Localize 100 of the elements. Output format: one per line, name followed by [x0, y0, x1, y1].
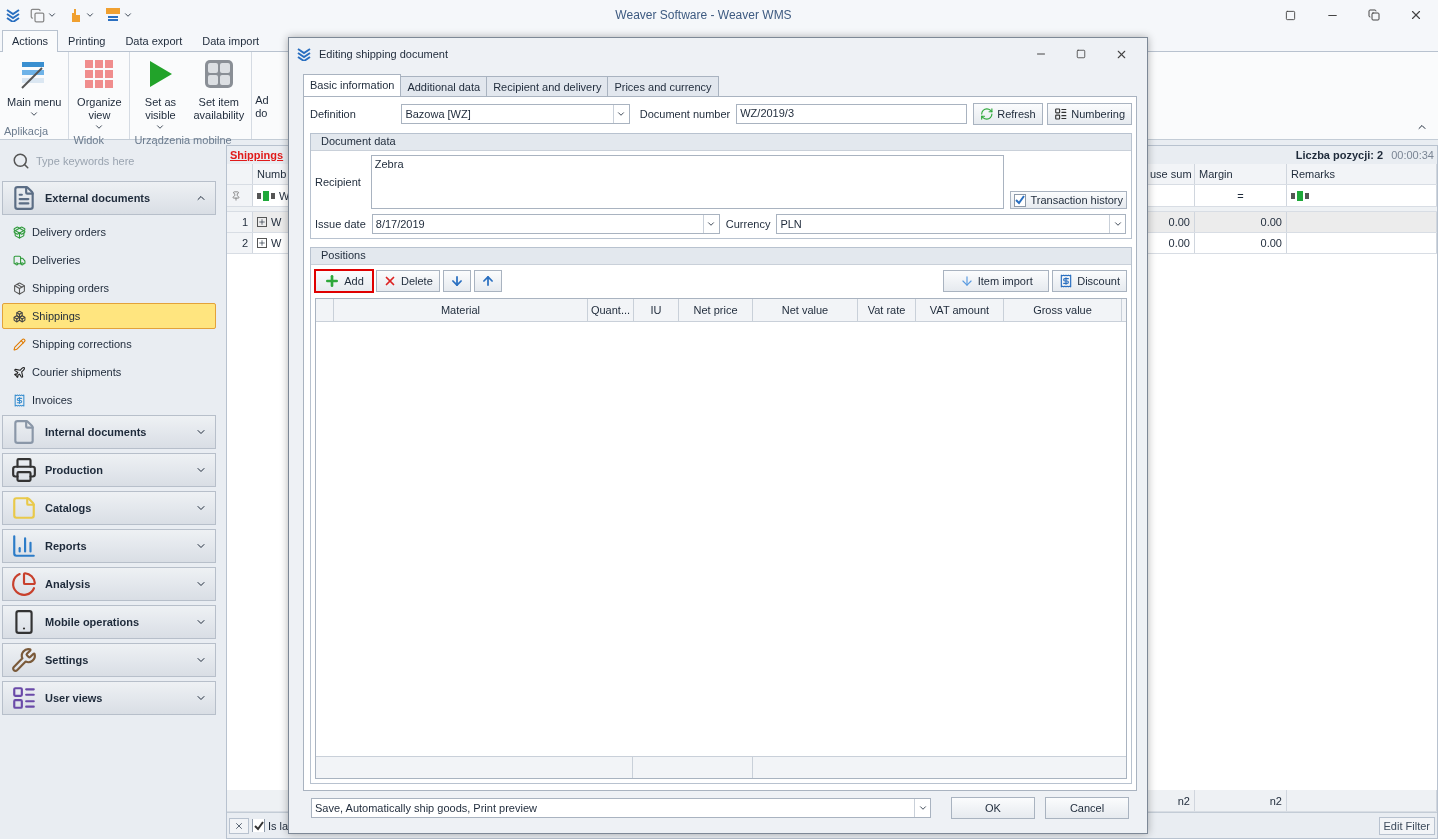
clear-filter-button[interactable] [229, 817, 249, 834]
column-header: Material [334, 299, 588, 321]
table-cell: 0.00 [1195, 233, 1287, 253]
currency-dropdown[interactable]: PLN [776, 214, 1127, 234]
note-icon [11, 495, 37, 521]
section-title: Positions [311, 248, 1131, 265]
history-button[interactable]: Transaction history [1009, 191, 1127, 209]
ok-button[interactable]: OK [951, 797, 1035, 819]
nav-group-header[interactable]: Internal documents [2, 415, 216, 449]
column-header: Net price [679, 299, 753, 321]
nav-group-header[interactable]: User views [2, 681, 216, 715]
caret-icon [706, 219, 717, 229]
nav-item[interactable]: Shippings [2, 303, 216, 329]
dialog-tab[interactable]: Additional data [400, 76, 488, 96]
ribbon-button[interactable]: Organize view [73, 56, 126, 134]
plus-icon [324, 273, 341, 289]
boxes-icon [13, 309, 26, 323]
nav-item[interactable]: Shipping corrections [2, 331, 216, 357]
nav-group-header[interactable]: Analysis [2, 567, 216, 601]
filter-checkbox[interactable] [252, 819, 265, 832]
toolbar-button[interactable] [442, 270, 471, 292]
nav-group-header[interactable]: External documents [2, 181, 216, 215]
ribbon-button[interactable]: Main menu [4, 56, 65, 125]
package-icon [13, 281, 26, 295]
plane-icon [13, 365, 26, 379]
caret-icon[interactable] [47, 10, 57, 20]
pencil-icon [13, 337, 26, 351]
field-label: Recipient [315, 176, 362, 188]
issue-date-field[interactable]: 8/17/2019 [371, 214, 720, 234]
definition-dropdown[interactable]: Bazowa [WZ] [401, 104, 630, 124]
spellcheck-icon[interactable] [105, 7, 121, 23]
expand-icon[interactable] [257, 238, 267, 248]
caret-icon [917, 803, 928, 813]
nav-item[interactable]: Invoices [2, 387, 216, 413]
numbering-icon [1053, 107, 1068, 121]
save-action-dropdown[interactable]: Save, Automatically ship goods, Print preview [311, 798, 931, 818]
toolbar-button[interactable]: Discount [1052, 270, 1127, 292]
nav-group-header[interactable]: Catalogs [2, 491, 216, 525]
column-header: Margin [1195, 164, 1287, 184]
layout-icon[interactable] [30, 7, 45, 23]
ribbon-tab[interactable]: Data export [115, 30, 193, 52]
column-header: VAT amount [916, 299, 1004, 321]
grid-icon [83, 58, 116, 90]
checkmark-icon [1013, 193, 1027, 207]
nav-item[interactable]: Deliveries [2, 247, 216, 273]
list-title-link[interactable]: Shippings [230, 149, 284, 161]
caret-icon [616, 109, 627, 119]
filter-operator[interactable]: = [1237, 189, 1244, 202]
restore-icon[interactable] [1368, 9, 1380, 21]
toolbar-button[interactable]: Numbering [1046, 103, 1132, 125]
column-header: Remarks [1287, 164, 1437, 184]
expand-icon[interactable] [257, 217, 267, 227]
toolbar-button[interactable]: Item import [943, 270, 1050, 292]
pin-icon [231, 190, 241, 201]
package-icon [13, 225, 26, 239]
recipient-field[interactable]: Zebra [370, 155, 1004, 209]
toolbar-button[interactable]: Refresh [972, 103, 1043, 125]
ribbon-button[interactable]: Ad do [252, 52, 273, 139]
nav-group-header[interactable]: Mobile operations [2, 605, 216, 639]
ribbon-tab[interactable]: Actions [2, 30, 59, 52]
close-icon [383, 274, 397, 288]
file-icon [11, 419, 37, 445]
ribbon-button[interactable]: Set as visible [134, 56, 187, 134]
nav-item[interactable]: Shipping orders [2, 275, 216, 301]
toolbar-button[interactable]: Delete [376, 270, 440, 292]
nav-item[interactable]: Courier shipments [2, 359, 216, 385]
edit-filter-button[interactable]: Edit Filter [1378, 816, 1435, 835]
document-number-field[interactable]: WZ/2019/3 [736, 104, 967, 124]
column-header: Net value [753, 299, 858, 321]
list-icon [11, 685, 37, 711]
cancel-button[interactable]: Cancel [1045, 797, 1129, 819]
close-icon [234, 820, 244, 831]
dialog-tab[interactable]: Basic information [303, 74, 402, 96]
caret-icon [1112, 219, 1123, 229]
pie-chart-icon [11, 571, 37, 597]
ribbon-tab[interactable]: Data import [192, 30, 270, 52]
maximize-icon[interactable] [1076, 49, 1086, 59]
close-icon[interactable] [1409, 8, 1423, 22]
column-header: Gross value [1004, 299, 1122, 321]
nav-group-header[interactable]: Production [2, 453, 216, 487]
dialog-tab[interactable]: Recipient and delivery [486, 76, 609, 96]
document-icon [11, 185, 37, 211]
field-label: Document number [639, 108, 731, 120]
field-label: Definition [310, 108, 357, 120]
ribbon-button[interactable]: Set item availability [190, 56, 248, 134]
ribbon-tab[interactable]: Printing [58, 30, 116, 52]
caret-icon[interactable] [123, 10, 133, 20]
nav-item[interactable]: Delivery orders [2, 219, 216, 245]
search-icon [12, 152, 30, 170]
toolbar-button[interactable] [473, 270, 502, 292]
dialog-tab[interactable]: Prices and currency [607, 76, 719, 96]
nav-group-header[interactable]: Reports [2, 529, 216, 563]
ribbon-group-label: Urządzenia mobilne [133, 134, 233, 148]
capture-icon[interactable] [1284, 9, 1296, 21]
column-header: IU [634, 299, 679, 321]
logo-icon [6, 8, 20, 22]
caret-icon[interactable] [85, 10, 95, 20]
toolbar-button[interactable]: Add [315, 270, 373, 292]
bar-chart-icon [11, 533, 37, 559]
nav-group-header[interactable]: Settings [2, 643, 216, 677]
